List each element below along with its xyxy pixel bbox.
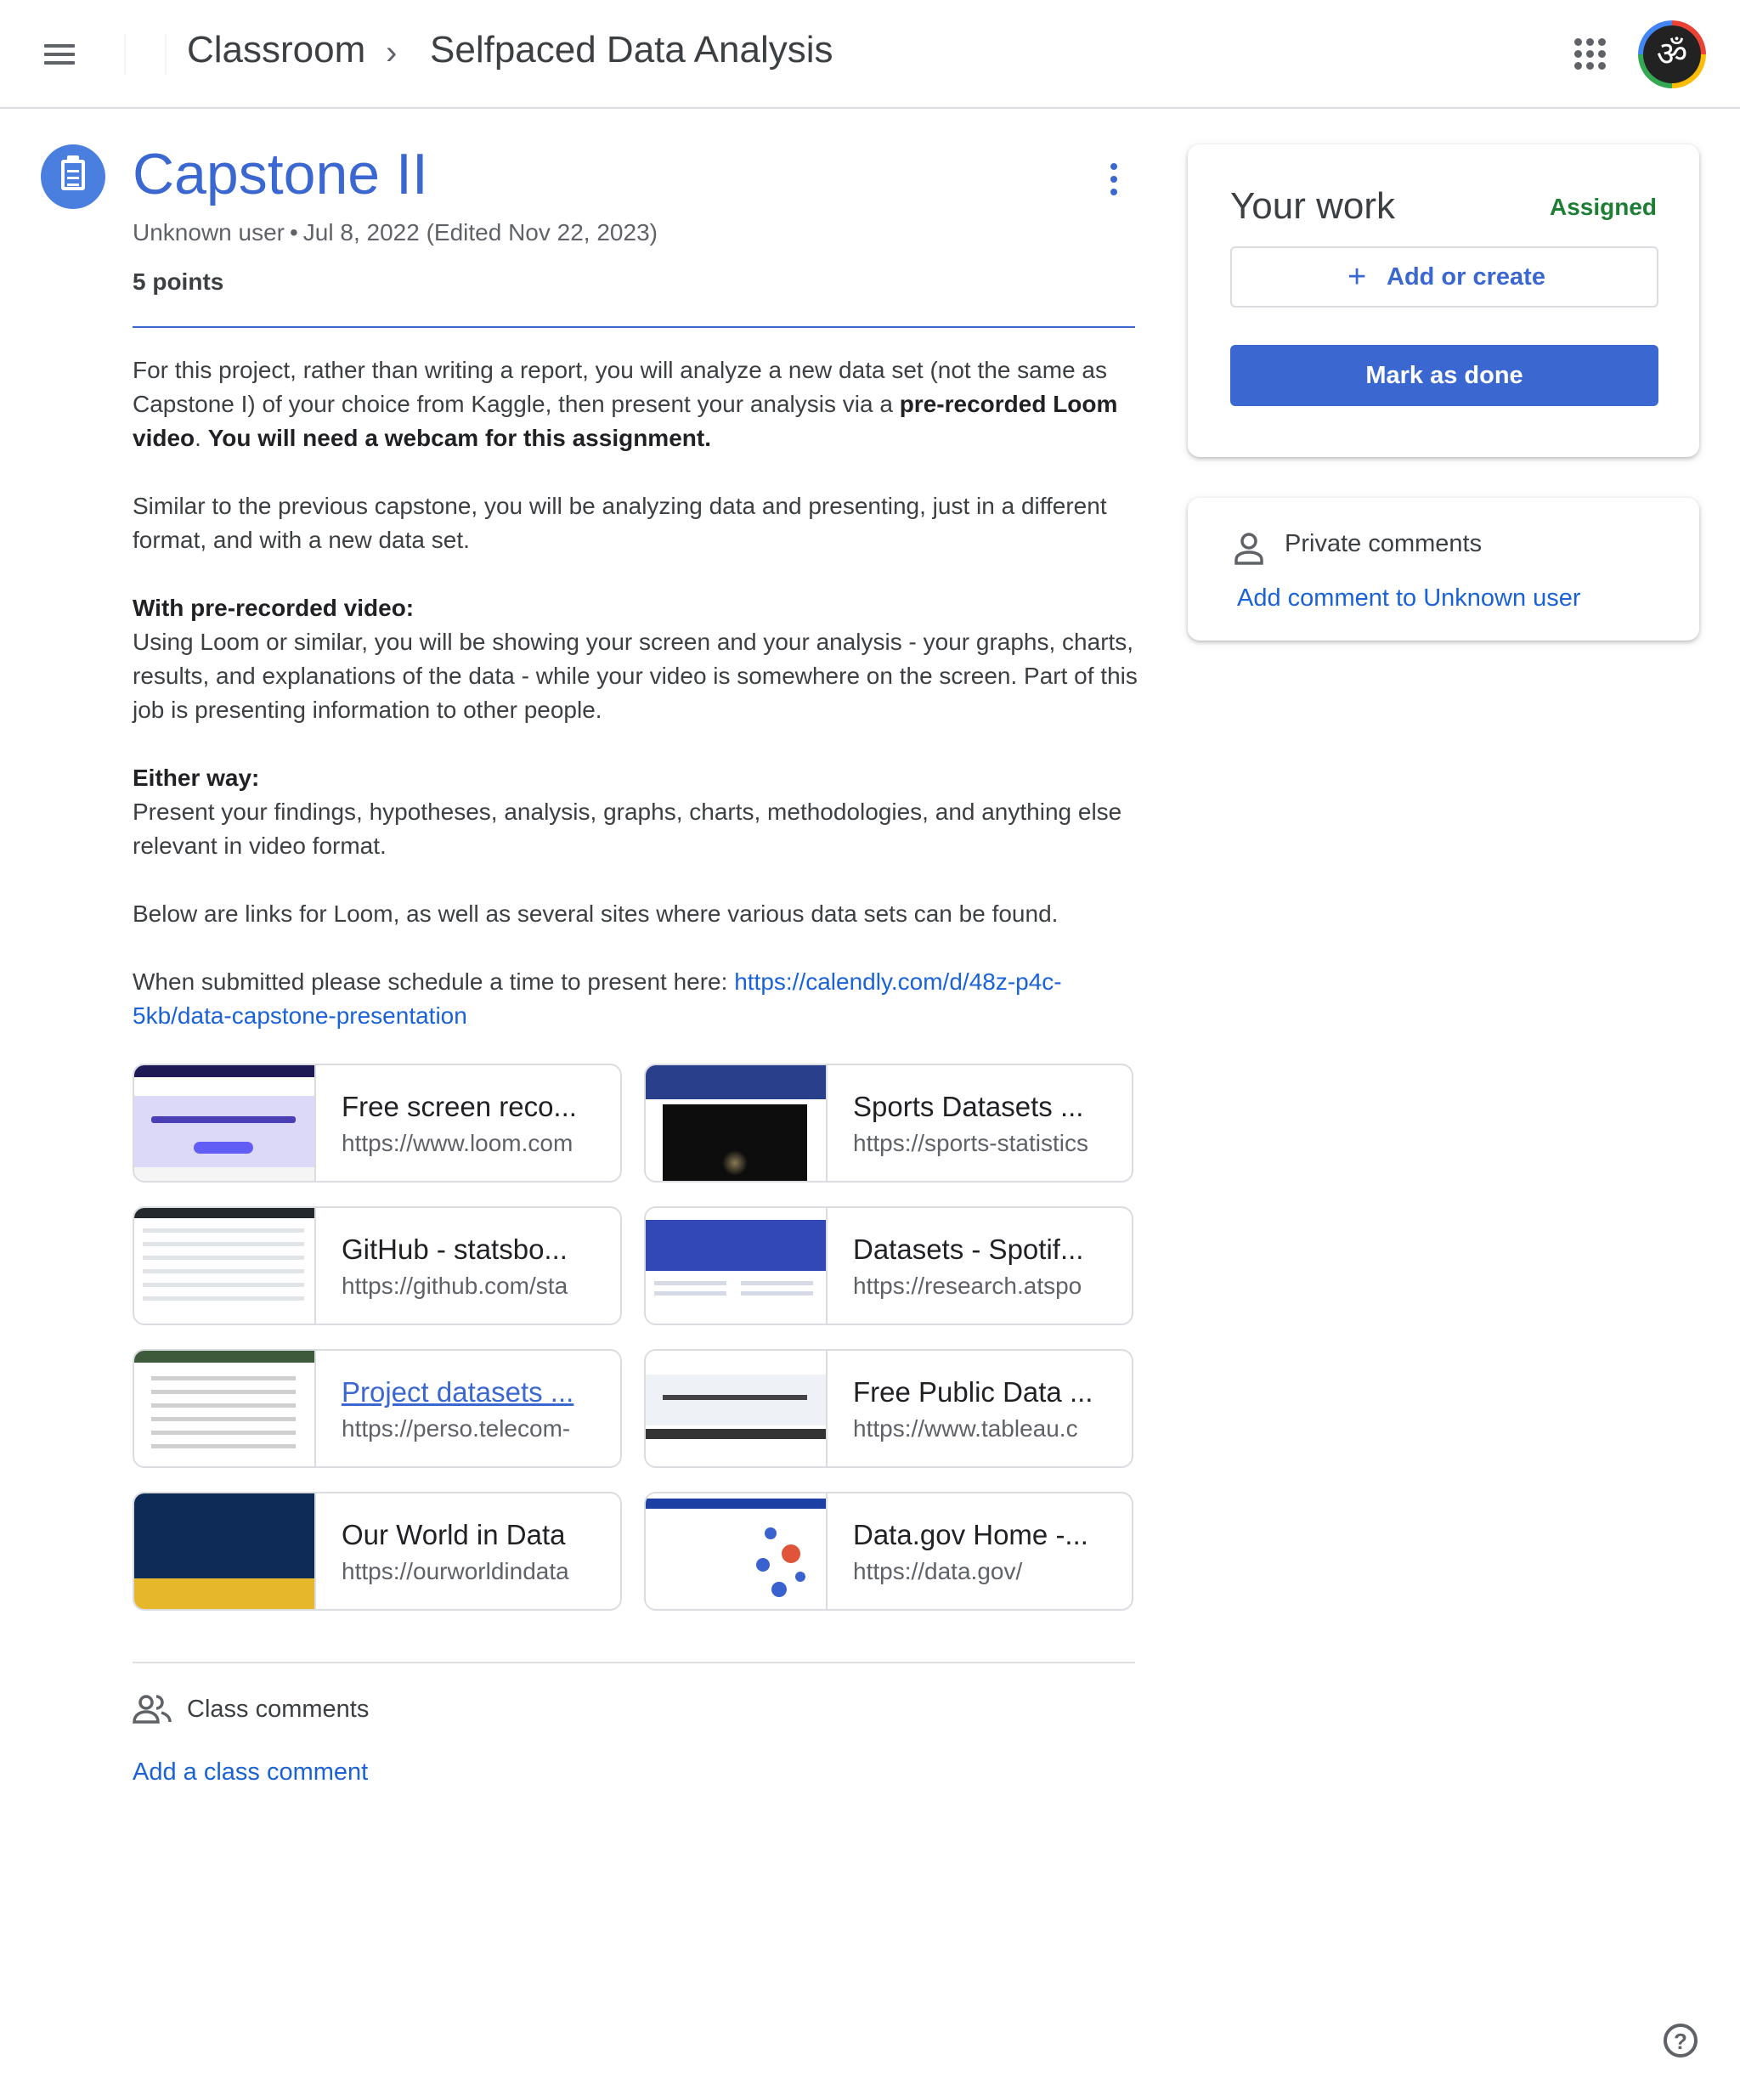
attachment-card[interactable]: Data.gov Home -... https://data.gov/ <box>644 1492 1133 1611</box>
attachment-card[interactable]: Datasets - Spotif... https://research.at… <box>644 1206 1133 1325</box>
more-options-icon[interactable] <box>1101 161 1127 199</box>
divider <box>133 1662 1135 1663</box>
attachment-url: https://perso.telecom- <box>342 1415 571 1442</box>
attachment-card[interactable]: Free Public Data ... https://www.tableau… <box>644 1349 1133 1468</box>
your-work-title: Your work <box>1230 185 1396 227</box>
edited-date: (Edited Nov 22, 2023) <box>426 219 658 246</box>
description-paragraph: Either way: Present your findings, hypoth… <box>133 765 1122 859</box>
description-paragraph: Below are links for Loom, as well as sev… <box>133 900 1059 927</box>
points-label: 5 points <box>133 268 224 295</box>
attachment-title: Datasets - Spotif... <box>853 1233 1084 1265</box>
divider <box>133 326 1135 328</box>
om-symbol-icon: ॐ <box>1643 25 1701 83</box>
divider <box>124 34 126 75</box>
person-icon <box>1234 533 1263 565</box>
mark-as-done-button[interactable]: Mark as done <box>1230 345 1658 406</box>
account-avatar[interactable]: ॐ <box>1638 20 1706 88</box>
attachment-card[interactable]: Project datasets ... https://perso.telec… <box>133 1349 622 1468</box>
attachment-url: https://research.atspo <box>853 1273 1082 1299</box>
attachment-url: https://ourworldindata <box>342 1558 569 1584</box>
attachment-thumbnail <box>134 1493 316 1609</box>
page-title: Capstone II <box>133 142 428 206</box>
google-apps-icon[interactable] <box>1573 37 1607 71</box>
attachment-url: https://github.com/sta <box>342 1273 568 1299</box>
mark-as-done-label: Mark as done <box>1365 362 1523 389</box>
attachment-title: Our World in Data <box>342 1519 566 1550</box>
attachment-thumbnail <box>134 1065 316 1181</box>
attachment-thumbnail <box>134 1208 316 1324</box>
attachment-title: Data.gov Home -... <box>853 1519 1088 1550</box>
breadcrumb-class[interactable]: Selfpaced Data Analysis <box>430 29 833 71</box>
divider <box>165 34 167 75</box>
attachment-title: Free screen reco... <box>342 1091 577 1122</box>
main-menu-icon[interactable] <box>39 37 82 71</box>
attachment-title: Sports Datasets ... <box>853 1091 1084 1122</box>
private-comments-label: Private comments <box>1285 530 1483 557</box>
description-paragraph: With pre-recorded video: Using Loom or si… <box>133 595 1138 723</box>
attachment-title: Project datasets ... <box>342 1376 574 1408</box>
private-comments-card: Private comments Add comment to Unknown … <box>1188 498 1699 641</box>
your-work-card: Your work Assigned + Add or create Mark … <box>1188 144 1699 457</box>
add-or-create-button[interactable]: + Add or create <box>1230 246 1658 308</box>
plus-icon: + <box>1347 259 1367 295</box>
attachment-title: GitHub - statsbo... <box>342 1233 568 1265</box>
attachment-card[interactable]: Free screen reco... https://www.loom.com <box>133 1064 622 1183</box>
add-private-comment-link[interactable]: Add comment to Unknown user <box>1237 584 1581 612</box>
add-or-create-label: Add or create <box>1387 263 1545 291</box>
attachment-card[interactable]: GitHub - statsbo... https://github.com/s… <box>133 1206 622 1325</box>
assignment-meta: Unknown user • Jul 8, 2022 (Edited Nov 22,… <box>133 219 658 246</box>
people-icon <box>133 1695 172 1724</box>
add-class-comment-link[interactable]: Add a class comment <box>133 1758 368 1787</box>
attachment-url: https://www.loom.com <box>342 1130 573 1156</box>
top-app-bar: Classroom › Selfpaced Data Analysis ॐ <box>0 0 1740 109</box>
attachment-thumbnail <box>646 1208 828 1324</box>
attachment-title: Free Public Data ... <box>853 1376 1093 1408</box>
assignment-description: For this project, rather than writing a … <box>133 353 1144 1067</box>
status-badge: Assigned <box>1549 194 1657 220</box>
attachment-url: https://www.tableau.c <box>853 1415 1078 1442</box>
class-comments-label: Class comments <box>187 1696 370 1723</box>
attachment-url: https://sports-statistics <box>853 1130 1088 1156</box>
description-paragraph: Similar to the previous capstone, you wi… <box>133 493 1107 553</box>
attachment-thumbnail <box>646 1351 828 1466</box>
assignment-icon <box>41 144 105 209</box>
attachment-thumbnail <box>646 1065 828 1181</box>
attachment-card[interactable]: Sports Datasets ... https://sports-stati… <box>644 1064 1133 1183</box>
attachment-url: https://data.gov/ <box>853 1558 1023 1584</box>
posted-date: Jul 8, 2022 <box>302 219 420 246</box>
description-paragraph: When submitted please schedule a time to… <box>133 968 1062 1029</box>
attachment-card[interactable]: Our World in Data https://ourworldindata <box>133 1492 622 1611</box>
description-paragraph: For this project, rather than writing a … <box>133 357 1118 451</box>
attachment-thumbnail <box>646 1493 828 1609</box>
author-name: Unknown user <box>133 219 285 246</box>
help-icon[interactable]: ? <box>1664 2024 1698 2058</box>
chevron-right-icon: › <box>386 34 398 71</box>
attachment-thumbnail <box>134 1351 316 1466</box>
breadcrumb-classroom[interactable]: Classroom <box>187 29 365 71</box>
